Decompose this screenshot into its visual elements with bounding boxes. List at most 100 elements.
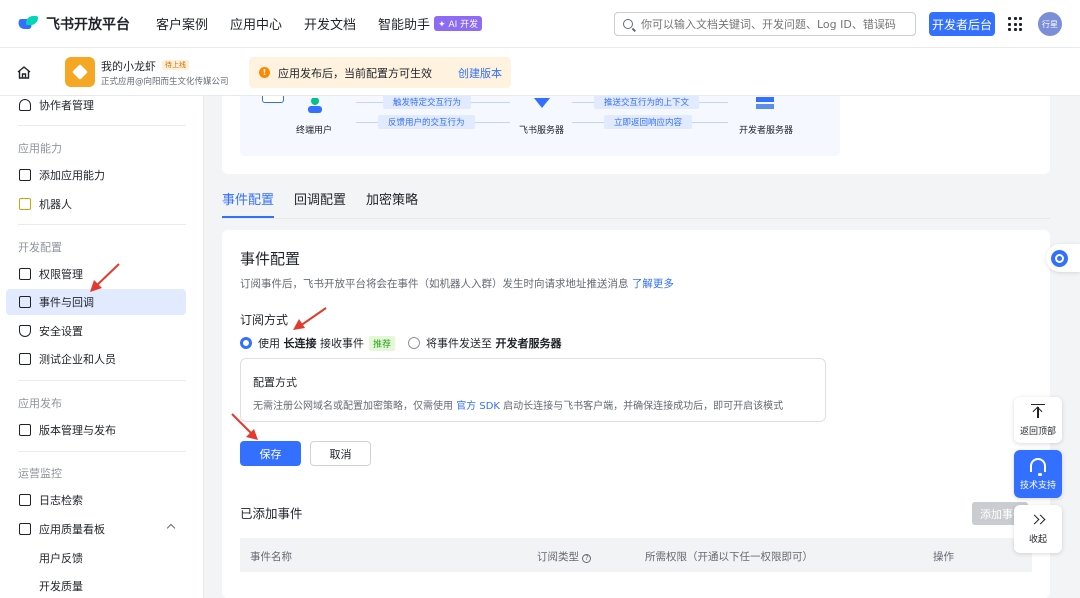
sidebar: 协作者管理 应用能力 添加应用能力 机器人 开发配置 权限管理 事件与回调 安全… (0, 96, 204, 598)
publish-notice: ! 应用发布后，当前配置方可生效 创建版本 (249, 57, 511, 88)
section-description: 订阅事件后，飞书开放平台将会在事件（如机器人入群）发生时向请求地址推送消息 了解… (240, 276, 674, 291)
upload-icon (19, 424, 31, 436)
node-end-user: 终端用户 (296, 126, 333, 136)
avatar[interactable]: 行星 (1038, 12, 1062, 36)
radio-checked-icon[interactable] (240, 337, 252, 349)
sidebar-item-events-callbacks[interactable]: 事件与回调 (6, 289, 186, 315)
sidebar-item-test-org[interactable]: 测试企业和人员 (6, 346, 186, 372)
divider (18, 380, 186, 381)
nav-ai-assistant-label: 智能助手 (378, 18, 431, 33)
flow-trigger-label: 触发特定交互行为 (383, 95, 472, 109)
logo[interactable]: 飞书开放平台 (16, 14, 138, 34)
flow-feedback-label: 反馈用户的交互行为 (378, 115, 475, 129)
notice-text: 应用发布后，当前配置方可生效 (278, 66, 432, 80)
double-chevron-right-icon (1029, 514, 1046, 526)
sidebar-item-label: 机器人 (39, 198, 72, 211)
status-badge: 待上线 (162, 60, 189, 70)
collapse-label: 收起 (1028, 534, 1047, 545)
info-text-post: 启动长连接与飞书客户端，并确保连接成功后，即可开启该模式 (503, 401, 784, 412)
column-label: 订阅类型 (537, 551, 579, 563)
radio-unchecked-icon[interactable] (408, 337, 420, 349)
app-bar (0, 48, 1080, 96)
tab-event-config[interactable]: 事件配置 (222, 188, 275, 218)
grid-icon (19, 169, 31, 181)
sidebar-item-user-feedback[interactable]: 用户反馈 (6, 545, 186, 571)
config-method-box (240, 358, 826, 422)
developer-console-button[interactable]: 开发者后台 (929, 12, 995, 36)
config-method-title: 配置方式 (253, 376, 297, 389)
option-text: 将事件发送至 (426, 337, 492, 350)
column-required-permissions: 所需权限（开通以下任一权限即可） (645, 551, 813, 563)
search-box[interactable] (614, 12, 916, 36)
apps-grid-icon[interactable] (1008, 17, 1022, 31)
column-event-name: 事件名称 (250, 551, 292, 563)
tech-support-label: 技术支持 (1019, 480, 1056, 491)
help-icon[interactable]: ? (582, 554, 592, 563)
assistant-icon (1051, 249, 1068, 267)
feishu-server-icon (534, 98, 550, 108)
user-icon (19, 99, 31, 111)
app-name: 我的小龙虾 (101, 60, 156, 73)
search-icon (623, 19, 633, 29)
arrow-up-icon (1031, 403, 1045, 418)
divider (18, 224, 186, 225)
section-title: 事件配置 (240, 250, 301, 268)
sidebar-item-log-search[interactable]: 日志检索 (6, 487, 186, 513)
radio-dev-server[interactable]: 将事件发送至 开发者服务器 (408, 335, 562, 351)
flow-push-label: 推送交互行为的上下文 (594, 95, 700, 109)
back-to-top-button[interactable]: 返回顶部 (1014, 397, 1062, 443)
official-sdk-link[interactable]: 官方 SDK (456, 401, 500, 412)
sidebar-item-label: 添加应用能力 (39, 169, 105, 182)
group-dev-config: 开发配置 (18, 241, 62, 254)
sidebar-item-version-release[interactable]: 版本管理与发布 (6, 417, 186, 443)
events-table-header (240, 538, 1032, 572)
save-button[interactable]: 保存 (240, 441, 301, 466)
cancel-button[interactable]: 取消 (310, 441, 371, 466)
headset-icon (1030, 457, 1046, 476)
assistant-launcher[interactable] (1046, 244, 1080, 272)
sidebar-item-quality-board[interactable]: 应用质量看板 (6, 516, 186, 542)
subscription-mode-title: 订阅方式 (240, 313, 289, 327)
nav-ai-assistant[interactable]: 智能助手 ✦ AI 开发 (378, 14, 483, 33)
option-bold-text: 长连接 (283, 337, 317, 350)
collapse-button[interactable]: 收起 (1014, 505, 1062, 553)
sidebar-item-label: 权限管理 (39, 268, 83, 281)
sidebar-item-dev-quality[interactable]: 开发质量 (6, 573, 186, 598)
sidebar-item-bot[interactable]: 机器人 (6, 191, 186, 217)
config-method-text: 无需注册公网域名或配置加密策略，仅需使用 官方 SDK 启动长连接与飞书客户端，… (253, 397, 783, 412)
nav-customer-cases[interactable]: 客户案例 (156, 14, 208, 33)
group-app-release: 应用发布 (18, 397, 62, 410)
chevron-up-icon (166, 523, 176, 533)
tab-encryption[interactable]: 加密策略 (366, 188, 418, 218)
nav-links: 客户案例 应用中心 开发文档 智能助手 ✦ AI 开发 (156, 14, 504, 33)
robot-icon (19, 198, 31, 210)
info-text-pre: 无需注册公网域名或配置加密策略，仅需使用 (253, 401, 453, 412)
feishu-logo-icon (16, 15, 40, 33)
option-bold-text: 开发者服务器 (495, 337, 562, 350)
divider (18, 451, 186, 452)
divider (18, 125, 186, 126)
nav-app-center[interactable]: 应用中心 (230, 14, 282, 33)
app-subtitle: 正式应用@向阳而生文化传媒公司 (101, 77, 229, 87)
option-text: 使用 (258, 337, 280, 350)
client-icon (262, 96, 284, 103)
sidebar-item-label: 事件与回调 (39, 296, 94, 309)
create-version-link[interactable]: 创建版本 (458, 65, 502, 81)
sidebar-item-label: 安全设置 (39, 325, 83, 338)
tab-callback-config[interactable]: 回调配置 (294, 188, 346, 218)
sidebar-item-collaborators[interactable]: 协作者管理 (6, 92, 186, 118)
tech-support-button[interactable]: 技术支持 (1014, 450, 1062, 498)
flow-return-label: 立即返回响应内容 (604, 115, 693, 129)
home-icon[interactable] (17, 66, 31, 79)
learn-more-link[interactable]: 了解更多 (632, 278, 674, 290)
back-to-top-label: 返回顶部 (1019, 426, 1056, 437)
logo-text: 飞书开放平台 (46, 16, 130, 33)
search-input[interactable] (641, 17, 901, 31)
nav-dev-docs[interactable]: 开发文档 (304, 14, 356, 33)
sidebar-item-add-capability[interactable]: 添加应用能力 (6, 162, 186, 188)
sidebar-item-label: 用户反馈 (39, 552, 83, 565)
column-subscription-type: 订阅类型 ? (537, 549, 592, 564)
sidebar-item-security[interactable]: 安全设置 (6, 318, 186, 344)
sidebar-item-permissions[interactable]: 权限管理 (6, 261, 186, 287)
radio-long-connection[interactable]: 使用 长连接 接收事件 推荐 (240, 335, 396, 351)
